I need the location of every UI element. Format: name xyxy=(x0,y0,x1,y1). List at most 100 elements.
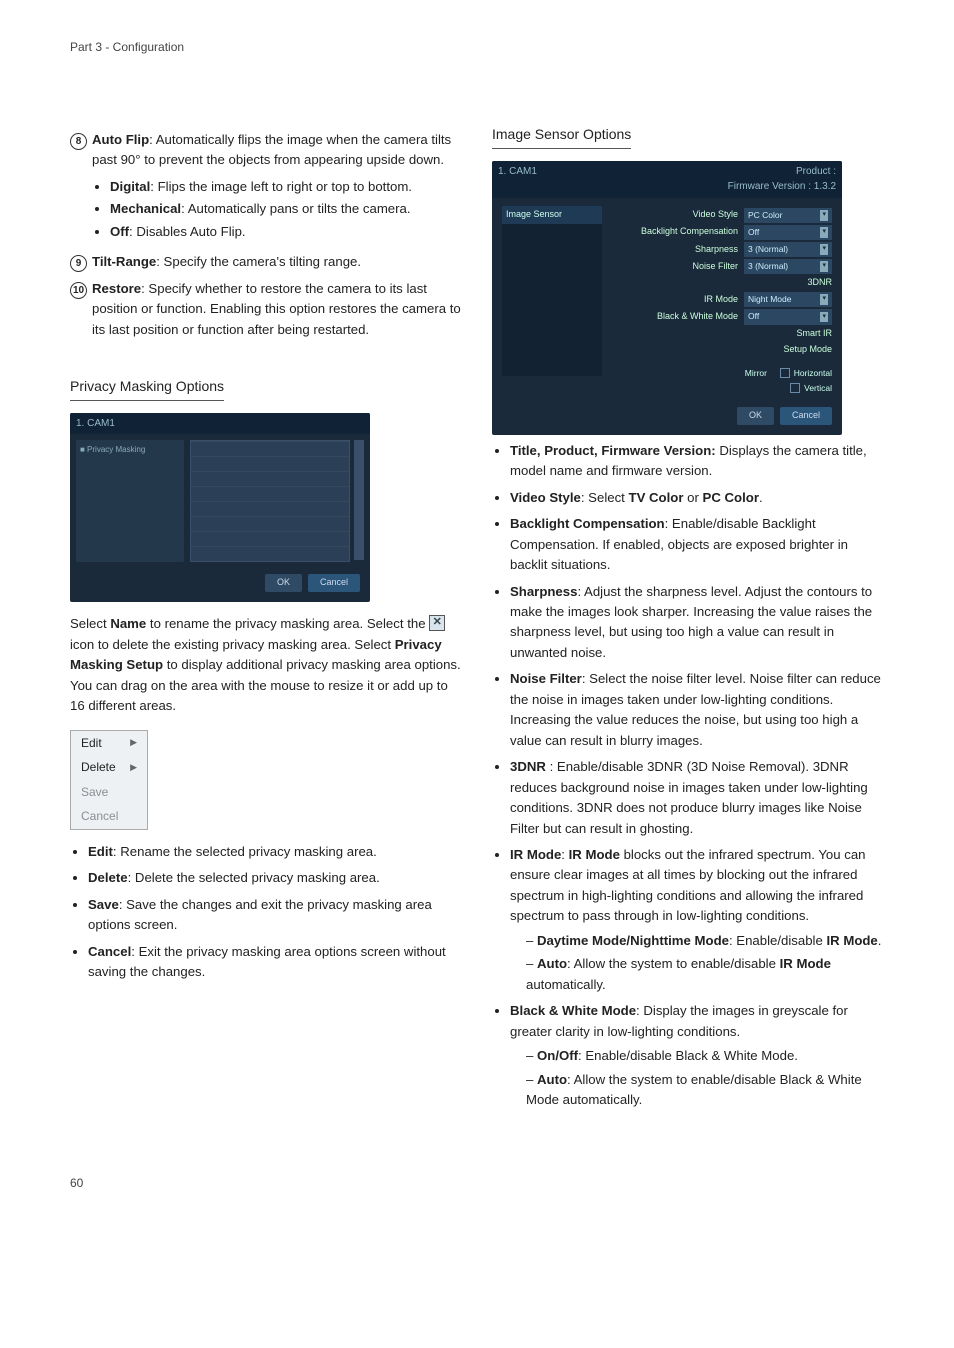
is-li-ir2-c: IR Mode xyxy=(780,956,831,971)
is-li-ir-b: : xyxy=(561,847,568,862)
is-li-nf-b: Noise Filter xyxy=(510,671,582,686)
is-li-vs-b: : Select xyxy=(581,490,629,505)
right-column: Image Sensor Options 1. CAM1 Product : F… xyxy=(492,124,884,1116)
ctx-edit-label: Edit xyxy=(81,734,102,753)
is-li-vs-d: or xyxy=(683,490,702,505)
is-li-ir2-a: Auto xyxy=(537,956,567,971)
is-li-bc-b: Backlight Compensation xyxy=(510,516,665,531)
pm-grid xyxy=(190,440,350,562)
pm-titlebar: 1. CAM1 xyxy=(70,413,370,435)
is-li-vs-a: Video Style xyxy=(510,490,581,505)
item10-label: Restore xyxy=(92,281,141,296)
is-fw-label: Firmware Version : 1.3.2 xyxy=(728,179,836,195)
is-li-vs-f: . xyxy=(759,490,763,505)
pm-save-t: : Save the changes and exit the privacy … xyxy=(88,897,432,932)
chevron-right-icon: ▶ xyxy=(130,761,137,775)
is-li-bw1-t: : Enable/disable Black & White Mode. xyxy=(578,1048,798,1063)
pm-para-c: to rename the privacy masking area. Sele… xyxy=(146,616,429,631)
is-li-ir2-d: automatically. xyxy=(526,977,606,992)
is-row6-val: Off▾ xyxy=(744,309,832,324)
dropdown-icon: ▾ xyxy=(820,210,828,221)
is-product-label: Product : xyxy=(728,164,836,180)
is-li-ir-c: IR Mode xyxy=(569,847,620,862)
image-sensor-screenshot: 1. CAM1 Product : Firmware Version : 1.3… xyxy=(492,161,842,435)
left-column: 8 Auto Flip: Automatically flips the ima… xyxy=(70,124,462,1116)
is-li-ir-a: IR Mode xyxy=(510,847,561,862)
ctx-save-label: Save xyxy=(81,783,108,802)
num-badge-9: 9 xyxy=(70,255,87,272)
image-sensor-title: Image Sensor Options xyxy=(492,124,631,149)
context-menu: Edit ▶ Delete ▶ Save Cancel xyxy=(70,730,148,830)
pm-cancel-b: Cancel xyxy=(88,944,131,959)
dropdown-icon: ▾ xyxy=(820,261,828,272)
sub-digital-t: : Flips the image left to right or top t… xyxy=(150,179,412,194)
pm-scrollbar xyxy=(354,440,364,560)
dropdown-icon: ▾ xyxy=(820,244,828,255)
dropdown-icon: ▾ xyxy=(820,294,828,305)
running-head: Part 3 - Configuration xyxy=(70,40,884,54)
ctx-edit: Edit ▶ xyxy=(71,731,147,756)
is-row0-val: PC Color▾ xyxy=(744,208,832,223)
is-li-3d-t: : Enable/disable 3DNR (3D Noise Removal)… xyxy=(510,759,868,835)
is-row1-lbl: Backlight Compensation xyxy=(641,225,738,239)
item8-sublist: Digital: Flips the image left to right o… xyxy=(70,177,462,242)
is-side-label: Image Sensor xyxy=(502,206,602,224)
is-li-ir1-d: . xyxy=(878,933,882,948)
pm-delete-t: : Delete the selected privacy masking ar… xyxy=(128,870,380,885)
pm-paragraph: Select Name to rename the privacy maskin… xyxy=(70,614,462,716)
is-row5-lbl: IR Mode xyxy=(704,293,738,307)
num-badge-8: 8 xyxy=(70,133,87,150)
ctx-save: Save xyxy=(71,780,147,805)
is-li-vs-c: TV Color xyxy=(629,490,684,505)
item9-label: Tilt-Range xyxy=(92,254,156,269)
privacy-masking-screenshot: 1. CAM1 ■ Privacy Masking OK Cancel xyxy=(70,413,370,602)
pm-edit-t: : Rename the selected privacy masking ar… xyxy=(113,844,377,859)
ctx-delete: Delete ▶ xyxy=(71,755,147,780)
is-ok-button: OK xyxy=(737,407,774,425)
sub-off-t: : Disables Auto Flip. xyxy=(129,224,246,239)
is-row8-lbl: Setup Mode xyxy=(783,343,832,357)
pm-para-a: Select xyxy=(70,616,110,631)
is-mirror-v: Vertical xyxy=(804,382,832,395)
item-9: 9 Tilt-Range: Specify the camera's tilti… xyxy=(70,252,462,272)
is-sidebar: Image Sensor xyxy=(502,206,602,376)
is-li-vs-e: PC Color xyxy=(703,490,759,505)
is-li-ir2-b: : Allow the system to enable/disable xyxy=(567,956,780,971)
pm-para-d: icon to delete the existing privacy mask… xyxy=(70,637,395,652)
item-8: 8 Auto Flip: Automatically flips the ima… xyxy=(70,130,462,171)
is-li-bw2-t: : Allow the system to enable/disable Bla… xyxy=(526,1072,862,1107)
privacy-masking-title: Privacy Masking Options xyxy=(70,376,224,401)
is-li-bw1-b: On/Off xyxy=(537,1048,578,1063)
is-row5-val: Night Mode▾ xyxy=(744,292,832,307)
pm-save-b: Save xyxy=(88,897,119,912)
is-row4-lbl: 3DNR xyxy=(807,276,832,290)
checkbox-icon xyxy=(790,383,800,393)
sub-off-b: Off xyxy=(110,224,129,239)
item8-label: Auto Flip xyxy=(92,132,149,147)
chevron-right-icon: ▶ xyxy=(130,736,137,750)
is-li-ir1-b: : Enable/disable xyxy=(729,933,827,948)
pm-delete-b: Delete xyxy=(88,870,128,885)
sub-mech-b: Mechanical xyxy=(110,201,181,216)
ctx-cancel-label: Cancel xyxy=(81,807,118,826)
pm-cancel-button: Cancel xyxy=(308,574,360,592)
pm-sidebar: ■ Privacy Masking xyxy=(76,440,184,562)
checkbox-icon xyxy=(780,368,790,378)
delete-x-icon: ✕ xyxy=(429,615,445,631)
sub-mech-t: : Automatically pans or tilts the camera… xyxy=(181,201,410,216)
is-mirror-h: Horizontal xyxy=(794,367,832,380)
is-row3-val: 3 (Normal)▾ xyxy=(744,259,832,274)
pm-side-label: ■ Privacy Masking xyxy=(80,444,180,456)
dropdown-icon: ▾ xyxy=(820,312,828,323)
is-li-title-b: Title, Product, Firmware Version: xyxy=(510,443,716,458)
is-mirror-lbl: Mirror xyxy=(745,367,767,380)
ctx-delete-label: Delete xyxy=(81,758,116,777)
pm-ok-button: OK xyxy=(265,574,302,592)
page-number: 60 xyxy=(70,1176,884,1190)
is-row6-lbl: Black & White Mode xyxy=(657,310,738,324)
is-titlebar: 1. CAM1 Product : Firmware Version : 1.3… xyxy=(492,161,842,198)
is-cancel-button: Cancel xyxy=(780,407,832,425)
is-li-sh-b: Sharpness xyxy=(510,584,577,599)
is-row3-lbl: Noise Filter xyxy=(692,260,738,274)
pm-option-list: Edit: Rename the selected privacy maskin… xyxy=(70,842,462,983)
